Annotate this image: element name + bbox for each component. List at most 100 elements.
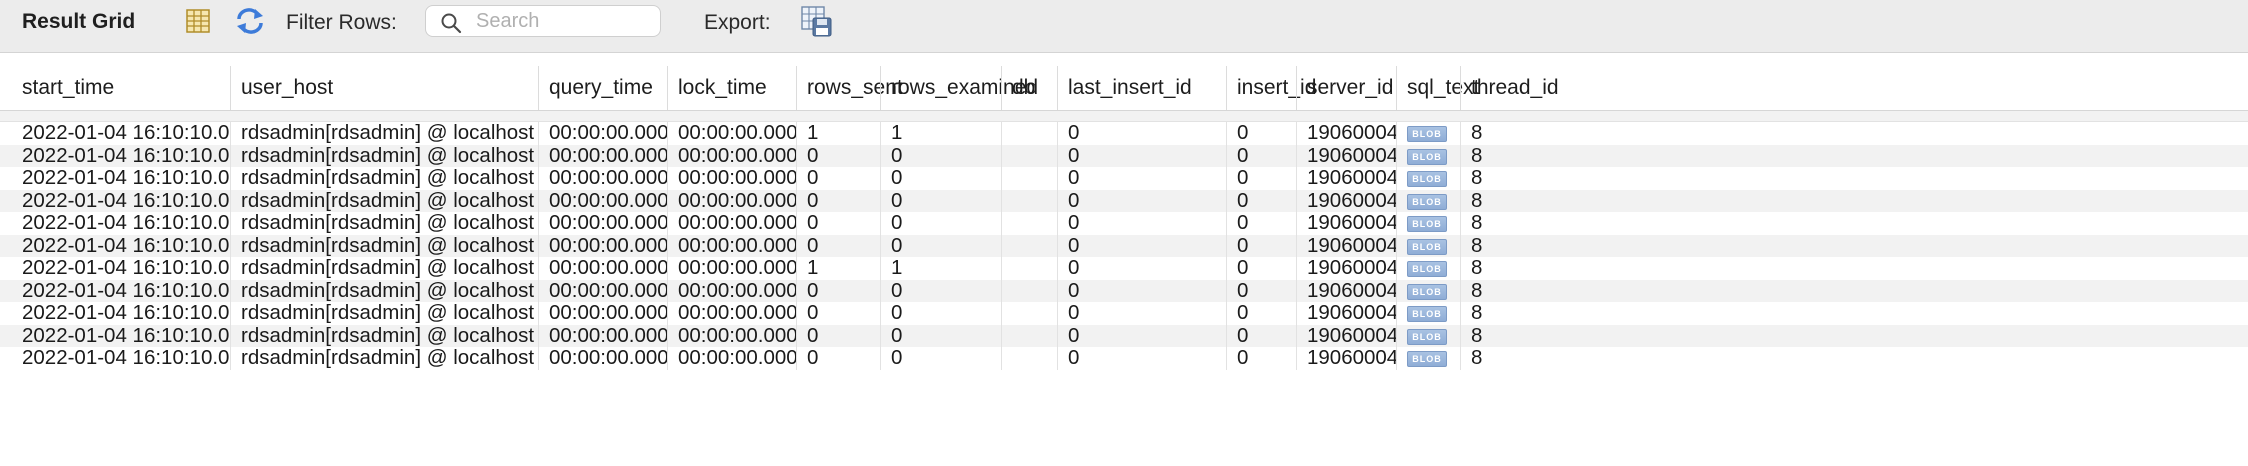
cell-rows-examined[interactable]: 0 <box>880 302 1001 325</box>
cell-sql-text[interactable]: BLOB <box>1396 144 1460 167</box>
cell-sql-text[interactable]: BLOB <box>1396 122 1460 145</box>
cell-query-time[interactable]: 00:00:00.000203 <box>538 122 667 145</box>
blob-badge[interactable]: BLOB <box>1407 238 1447 255</box>
cell-rows-examined[interactable]: 0 <box>880 234 1001 257</box>
cell-user-host[interactable]: rdsadmin[rdsadmin] @ localhost [127.0.0.… <box>230 279 538 302</box>
cell-query-time[interactable]: 00:00:00.000068 <box>538 324 667 347</box>
cell-rows-sent[interactable]: 0 <box>796 324 880 347</box>
cell-insert-id[interactable]: 0 <box>1226 144 1296 167</box>
cell-insert-id[interactable]: 0 <box>1226 189 1296 212</box>
cell-query-time[interactable]: 00:00:00.000059 <box>538 189 667 212</box>
blob-badge[interactable]: BLOB <box>1407 148 1447 165</box>
cell-rows-examined[interactable]: 0 <box>880 347 1001 370</box>
cell-insert-id[interactable]: 0 <box>1226 257 1296 280</box>
cell-sql-text[interactable]: BLOB <box>1396 189 1460 212</box>
filter-search-box[interactable] <box>425 5 661 37</box>
cell-last-insert-id[interactable]: 0 <box>1057 167 1226 190</box>
cell-query-time[interactable]: 00:00:00.000061 <box>538 167 667 190</box>
column-header-start-time[interactable]: start_time <box>22 66 230 110</box>
cell-sql-text[interactable]: BLOB <box>1396 234 1460 257</box>
cell-lock-time[interactable]: 00:00:00.000000 <box>667 324 796 347</box>
column-header-lock-time[interactable]: lock_time <box>667 66 796 110</box>
cell-start-time[interactable]: 2022-01-04 16:10:10.016883 <box>22 235 230 258</box>
column-header-last-insert-id[interactable]: last_insert_id <box>1057 66 1226 110</box>
refresh-icon[interactable] <box>234 6 264 36</box>
cell-user-host[interactable]: rdsadmin[rdsadmin] @ localhost [127.0.0.… <box>230 257 538 280</box>
table-row[interactable]: 2022-01-04 16:10:10.016043rdsadmin[rdsad… <box>0 144 2248 168</box>
cell-thread-id[interactable]: 8 <box>1460 324 1538 347</box>
cell-thread-id[interactable]: 8 <box>1460 347 1538 370</box>
cell-insert-id[interactable]: 0 <box>1226 212 1296 235</box>
cell-rows-sent[interactable]: 0 <box>796 212 880 235</box>
column-header-rows-sent[interactable]: rows_sent <box>796 66 903 110</box>
cell-sql-text[interactable]: BLOB <box>1396 279 1460 302</box>
cell-sql-text[interactable]: BLOB <box>1396 257 1460 280</box>
cell-last-insert-id[interactable]: 0 <box>1057 234 1226 257</box>
cell-db[interactable] <box>1001 212 1057 235</box>
cell-rows-examined[interactable]: 1 <box>880 122 1001 145</box>
cell-user-host[interactable]: rdsadmin[rdsadmin] @ localhost [127.0.0.… <box>230 122 538 145</box>
cell-last-insert-id[interactable]: 0 <box>1057 144 1226 167</box>
cell-user-host[interactable]: rdsadmin[rdsadmin] @ localhost [127.0.0.… <box>230 234 538 257</box>
cell-lock-time[interactable]: 00:00:00.000000 <box>667 144 796 167</box>
cell-rows-sent[interactable]: 0 <box>796 347 880 370</box>
blob-badge[interactable]: BLOB <box>1407 216 1447 232</box>
cell-insert-id[interactable]: 0 <box>1226 347 1296 370</box>
table-row[interactable]: 2022-01-04 16:10:10.016883rdsadmin[rdsad… <box>0 234 2248 258</box>
blob-badge[interactable]: BLOB <box>1407 351 1447 367</box>
table-row[interactable]: 2022-01-04 16:10:10.016214rdsadmin[rdsad… <box>0 167 2248 190</box>
column-header-query-time[interactable]: query_time <box>538 66 667 110</box>
table-row[interactable]: 2022-01-04 16:10:10.015063rdsadmin[rdsad… <box>0 122 2248 145</box>
cell-sql-text[interactable]: BLOB <box>1396 324 1460 347</box>
column-header-rows-examined[interactable]: rows_examined <box>880 66 1038 110</box>
column-header-server-id[interactable]: server_id <box>1296 66 1396 110</box>
cell-rows-sent[interactable]: 0 <box>796 234 880 257</box>
cell-db[interactable] <box>1001 122 1057 145</box>
cell-start-time[interactable]: 2022-01-04 16:10:10.016694 <box>22 212 230 235</box>
cell-db[interactable] <box>1001 144 1057 167</box>
column-header-user-host[interactable]: user_host <box>230 66 538 110</box>
cell-lock-time[interactable]: 00:00:00.000000 <box>667 302 796 325</box>
blob-badge[interactable]: BLOB <box>1407 171 1447 187</box>
cell-lock-time[interactable]: 00:00:00.000000 <box>667 189 796 212</box>
cell-insert-id[interactable]: 0 <box>1226 324 1296 347</box>
cell-lock-time[interactable]: 00:00:00.000000 <box>667 257 796 280</box>
cell-server-id[interactable]: 1906000406 <box>1296 324 1396 347</box>
cell-insert-id[interactable]: 0 <box>1226 122 1296 145</box>
cell-db[interactable] <box>1001 167 1057 190</box>
cell-user-host[interactable]: rdsadmin[rdsadmin] @ localhost [127.0.0.… <box>230 167 538 190</box>
cell-user-host[interactable]: rdsadmin[rdsadmin] @ localhost [127.0.0.… <box>230 347 538 370</box>
grid-layout-icon[interactable] <box>184 6 214 36</box>
cell-rows-sent[interactable]: 0 <box>796 189 880 212</box>
cell-thread-id[interactable]: 8 <box>1460 257 1538 280</box>
cell-last-insert-id[interactable]: 0 <box>1057 347 1226 370</box>
cell-sql-text[interactable]: BLOB <box>1396 302 1460 325</box>
cell-lock-time[interactable]: 00:00:00.000000 <box>667 279 796 302</box>
cell-server-id[interactable]: 1906000406 <box>1296 234 1396 257</box>
cell-db[interactable] <box>1001 302 1057 325</box>
cell-start-time[interactable]: 2022-01-04 16:10:10.016043 <box>22 145 230 168</box>
cell-last-insert-id[interactable]: 0 <box>1057 279 1226 302</box>
blob-badge[interactable]: BLOB <box>1407 328 1447 345</box>
column-header-insert-id[interactable]: insert_id <box>1226 66 1316 110</box>
cell-query-time[interactable]: 00:00:00.000070 <box>538 144 667 167</box>
cell-server-id[interactable]: 1906000406 <box>1296 144 1396 167</box>
cell-last-insert-id[interactable]: 0 <box>1057 257 1226 280</box>
cell-thread-id[interactable]: 8 <box>1460 212 1538 235</box>
cell-thread-id[interactable]: 8 <box>1460 302 1538 325</box>
cell-start-time[interactable]: 2022-01-04 16:10:10.016429 <box>22 190 230 213</box>
cell-sql-text[interactable]: BLOB <box>1396 347 1460 370</box>
cell-start-time[interactable]: 2022-01-04 16:10:10.019462 <box>22 302 230 325</box>
cell-db[interactable] <box>1001 324 1057 347</box>
cell-start-time[interactable]: 2022-01-04 16:10:10.016214 <box>22 167 230 190</box>
cell-thread-id[interactable]: 8 <box>1460 189 1538 212</box>
cell-rows-examined[interactable]: 0 <box>880 279 1001 302</box>
cell-user-host[interactable]: rdsadmin[rdsadmin] @ localhost [127.0.0.… <box>230 144 538 167</box>
cell-insert-id[interactable]: 0 <box>1226 279 1296 302</box>
cell-rows-examined[interactable]: 0 <box>880 212 1001 235</box>
cell-last-insert-id[interactable]: 0 <box>1057 324 1226 347</box>
cell-start-time[interactable]: 2022-01-04 16:10:10.018191 <box>22 257 230 280</box>
cell-query-time[interactable]: 00:00:00.000063 <box>538 347 667 370</box>
cell-server-id[interactable]: 1906000406 <box>1296 189 1396 212</box>
cell-rows-sent[interactable]: 0 <box>796 144 880 167</box>
